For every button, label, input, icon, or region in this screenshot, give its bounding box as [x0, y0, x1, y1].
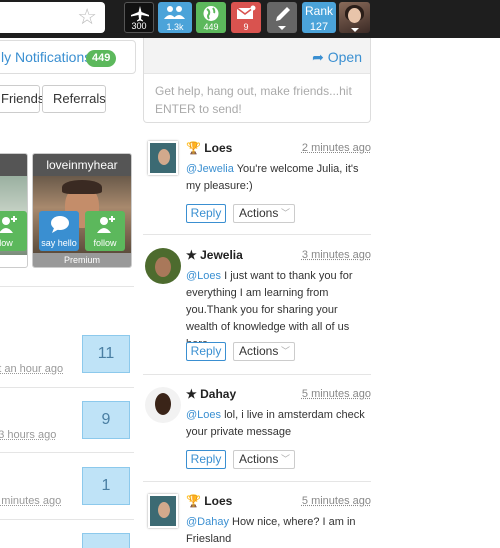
divider	[143, 374, 371, 375]
compose-button[interactable]	[267, 2, 297, 33]
message-timestamp: 2 minutes ago	[301, 142, 371, 154]
share-arrow-icon: ➦	[312, 49, 324, 65]
chat-message: 🏆 Loes 2 minutes ago @Jewelia You're wel…	[143, 141, 371, 233]
message-timestamp: 5 minutes ago	[301, 388, 371, 400]
divider	[0, 387, 134, 388]
add-user-icon	[0, 216, 17, 233]
flights-button[interactable]: 300	[124, 2, 154, 33]
people-icon	[164, 6, 185, 19]
actions-dropdown[interactable]: Actions ﹀	[233, 204, 295, 223]
open-chat-link[interactable]: ➦ Open	[312, 49, 362, 66]
globe-icon	[203, 6, 219, 21]
user-card[interactable]: llow	[0, 153, 28, 268]
chat-message: ★ Jewelia 3 minutes ago @Loes I just wan…	[143, 248, 371, 368]
flights-count: 300	[131, 21, 147, 31]
mention-link[interactable]: @Dahay	[186, 516, 229, 528]
user-card[interactable]: loveinmyhear say hello follow Premium	[32, 153, 132, 268]
divider	[0, 452, 134, 453]
mention-link[interactable]: @Loes	[186, 409, 221, 421]
chevron-down-icon: ﹀	[280, 208, 290, 218]
user-card-name	[0, 154, 27, 176]
premium-label: Premium	[33, 253, 131, 267]
tab-referrals[interactable]: Referrals	[42, 85, 106, 113]
message-text: @Loes I just want to thank you for every…	[186, 270, 353, 350]
mail-icon	[236, 5, 256, 19]
chevron-down-icon: ﹀	[280, 346, 290, 356]
plane-icon	[131, 6, 149, 22]
chat-message: ★ Dahay 5 minutes ago @Loes lol, i live …	[143, 387, 371, 477]
rank-label: Rank	[304, 4, 333, 18]
globe-count: 449	[203, 22, 219, 32]
message-author: Dahay	[200, 387, 237, 401]
actions-dropdown[interactable]: Actions ﹀	[233, 450, 295, 469]
message-author: Loes	[204, 141, 233, 155]
avatar[interactable]	[145, 387, 181, 423]
follow-button[interactable]: llow	[0, 211, 27, 251]
search-box[interactable]: ☆	[0, 2, 105, 33]
row-timestamp: out an hour ago	[0, 363, 64, 375]
message-author: Loes	[204, 494, 233, 508]
follow-button[interactable]: follow	[85, 211, 125, 251]
mail-count: 9	[243, 22, 249, 32]
message-timestamp: 3 minutes ago	[301, 249, 371, 261]
chat-compose-box[interactable]: ➦ Open Get help, hang out, make friends.…	[143, 38, 371, 123]
chevron-down-icon: ﹀	[280, 454, 290, 464]
star-icon[interactable]: ☆	[77, 5, 97, 29]
user-card-name: loveinmyhear	[33, 154, 131, 176]
trophy-icon: 🏆	[186, 141, 201, 155]
row-count-box[interactable]: 1	[82, 467, 130, 505]
mention-link[interactable]: @Jewelia	[186, 163, 234, 175]
mail-button[interactable]: 9	[231, 2, 261, 33]
top-navigation-bar: ☆ 300 1.3k 449 9 Rank 127	[0, 0, 500, 38]
chat-message: 🏆 Loes 5 minutes ago @Dahay How nice, wh…	[143, 494, 371, 548]
rank-value: 127	[309, 21, 329, 33]
message-timestamp: 5 minutes ago	[301, 495, 371, 507]
row-count-box[interactable]: 9	[82, 401, 130, 439]
avatar[interactable]	[145, 248, 181, 284]
avatar[interactable]	[148, 494, 178, 528]
add-user-icon	[97, 216, 115, 233]
message-author: Jewelia	[200, 248, 243, 262]
chevron-down-icon	[351, 28, 359, 32]
divider	[143, 234, 371, 235]
row-count-box[interactable]: 11	[82, 335, 130, 373]
friends-button[interactable]: 1.3k	[158, 2, 192, 33]
pen-icon	[276, 7, 290, 21]
rank-button[interactable]: Rank 127	[302, 2, 336, 33]
globe-button[interactable]: 449	[196, 2, 226, 33]
say-hello-button[interactable]: say hello	[39, 211, 79, 251]
notifications-label: ly Notifications	[1, 49, 92, 65]
row-timestamp: ut 3 hours ago	[0, 429, 57, 441]
message-text: @Dahay How nice, where? I am in Frieslan…	[186, 516, 356, 545]
speech-bubble-icon	[51, 216, 69, 233]
friends-count: 1.3k	[166, 22, 184, 32]
tab-friends[interactable]: Friends	[0, 85, 44, 113]
mention-link[interactable]: @Loes	[186, 270, 221, 282]
divider	[0, 286, 134, 287]
avatar[interactable]	[148, 141, 178, 175]
message-text: @Jewelia You're welcome Julia, it's my p…	[186, 163, 359, 192]
user-avatar-menu[interactable]	[339, 2, 370, 33]
reply-button[interactable]: Reply	[186, 450, 226, 469]
reply-button[interactable]: Reply	[186, 342, 226, 361]
message-text: @Loes lol, i live in amsterdam check you…	[186, 409, 365, 438]
trophy-icon: 🏆	[186, 494, 201, 508]
row-timestamp: 26 minutes ago	[0, 495, 62, 507]
star-icon: ★	[186, 248, 197, 262]
chevron-down-icon	[278, 26, 286, 30]
chat-input-placeholder[interactable]: Get help, hang out, make friends...hit E…	[155, 82, 355, 118]
notifications-count-badge: 449	[86, 50, 117, 67]
row-count-box[interactable]	[82, 533, 130, 548]
divider	[143, 481, 371, 482]
reply-button[interactable]: Reply	[186, 204, 226, 223]
star-icon: ★	[186, 387, 197, 401]
notifications-header[interactable]: ly Notifications 449	[0, 40, 136, 74]
divider	[0, 519, 134, 520]
actions-dropdown[interactable]: Actions ﹀	[233, 342, 295, 361]
